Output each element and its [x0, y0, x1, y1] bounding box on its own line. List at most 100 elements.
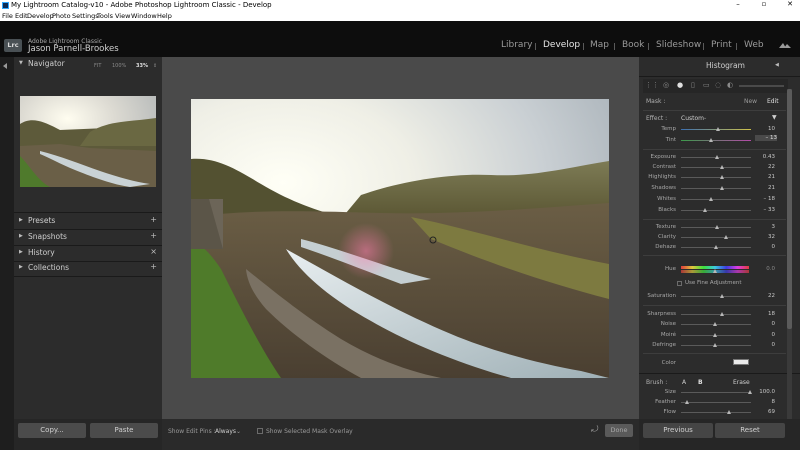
disclosure-down-icon[interactable]: ▼ [772, 114, 777, 121]
main-photo[interactable] [191, 99, 609, 378]
brush-a-button[interactable]: A [682, 379, 686, 386]
sharpness-slider-thumb[interactable] [720, 312, 724, 316]
brush-tool-icon[interactable]: ▯ [691, 81, 695, 89]
nav-zoom-fit[interactable]: FIT [94, 63, 101, 69]
sharpness-slider-track[interactable] [681, 314, 751, 315]
module-library[interactable]: Library [501, 40, 532, 50]
brush-b-button[interactable]: B [698, 379, 703, 386]
contrast-value[interactable]: 22 [757, 164, 775, 170]
minimize-button[interactable]: – [730, 0, 746, 8]
exposure-value[interactable]: 0.43 [757, 154, 775, 160]
presets-header[interactable]: ▶ Presets + [14, 214, 162, 229]
menu-develop[interactable]: Develop [27, 12, 54, 20]
range-mask-icon[interactable]: ◐ [727, 81, 733, 89]
copy-settings-button[interactable]: Copy... [18, 423, 86, 438]
paste-settings-button[interactable]: Paste [90, 423, 158, 438]
radial-filter-icon[interactable]: ◌ [715, 81, 721, 89]
temp-value[interactable]: 10 [757, 126, 775, 132]
size-slider-thumb[interactable] [748, 390, 752, 394]
reset-button[interactable]: Reset [715, 423, 785, 438]
fine-adjust-checkbox[interactable] [677, 281, 682, 286]
close-button[interactable]: ✕ [782, 0, 798, 8]
blacks-value[interactable]: – 33 [757, 207, 776, 213]
previous-button[interactable]: Previous [643, 423, 713, 438]
mask-edit-button[interactable]: Edit [767, 98, 779, 105]
sharpness-value[interactable]: 18 [757, 311, 775, 317]
histogram-title[interactable]: Histogram [706, 61, 745, 70]
clarity-value[interactable]: 32 [757, 234, 775, 240]
saturation-slider-track[interactable] [681, 296, 751, 297]
flow-slider-track[interactable] [681, 412, 751, 413]
feather-value[interactable]: 8 [757, 399, 776, 405]
moire-value[interactable]: 0 [757, 332, 776, 338]
add-collection-button[interactable]: + [150, 262, 157, 271]
tint-value[interactable]: – 13 [755, 135, 777, 141]
noise-slider-thumb[interactable] [713, 322, 717, 326]
menu-edit[interactable]: Edit [15, 12, 28, 20]
hue-slider-thumb[interactable] [713, 269, 717, 273]
reset-mask-icon[interactable]: ⤾ [591, 425, 599, 435]
size-value[interactable]: 100.0 [757, 389, 775, 395]
effect-preset-select[interactable]: Custom [681, 115, 704, 122]
shadows-slider-thumb[interactable] [720, 186, 724, 190]
mask-overlay-checkbox[interactable] [257, 428, 263, 434]
exposure-slider-thumb[interactable] [715, 155, 719, 159]
chevron-down-icon[interactable]: ⌄ [703, 115, 707, 121]
module-web[interactable]: Web [744, 40, 764, 50]
whites-value[interactable]: – 18 [757, 196, 776, 202]
flow-value[interactable]: 69 [757, 409, 775, 415]
texture-value[interactable]: 3 [757, 224, 776, 230]
menu-view[interactable]: View [115, 12, 130, 20]
crop-tool-icon[interactable]: ⋮⋮ [645, 81, 659, 89]
nav-zoom-100[interactable]: 100% [112, 63, 126, 69]
shadows-value[interactable]: 21 [757, 185, 775, 191]
brush-erase-button[interactable]: Erase [733, 379, 750, 386]
texture-slider-thumb[interactable] [715, 225, 719, 229]
moire-slider-thumb[interactable] [713, 333, 717, 337]
saturation-slider-thumb[interactable] [720, 294, 724, 298]
saturation-value[interactable]: 22 [757, 293, 775, 299]
history-header[interactable]: ▶ History × [14, 246, 162, 261]
collections-header[interactable]: ▶ Collections + [14, 261, 162, 276]
module-slideshow[interactable]: Slideshow [656, 40, 701, 50]
tint-slider-thumb[interactable] [709, 138, 713, 142]
highlights-value[interactable]: 21 [757, 174, 775, 180]
clarity-slider-thumb[interactable] [724, 235, 728, 239]
contrast-slider-thumb[interactable] [720, 165, 724, 169]
module-map[interactable]: Map [590, 40, 609, 50]
module-develop[interactable]: Develop [543, 40, 580, 50]
tint-slider-track[interactable] [681, 140, 751, 141]
module-print[interactable]: Print [711, 40, 732, 50]
mask-tool-icon[interactable]: ● [677, 81, 683, 89]
menu-photo[interactable]: Photo [52, 12, 71, 20]
graduated-filter-icon[interactable]: ▭ [703, 81, 710, 89]
menu-window[interactable]: Window [131, 12, 157, 20]
menu-settings[interactable]: Settings [72, 12, 99, 20]
highlights-slider-track[interactable] [681, 177, 751, 178]
feather-slider-thumb[interactable] [685, 400, 689, 404]
scrollbar-thumb[interactable] [787, 89, 792, 329]
add-preset-button[interactable]: + [150, 215, 157, 224]
dehaze-value[interactable]: 0 [757, 244, 776, 250]
clear-history-button[interactable]: × [150, 247, 157, 256]
mask-new-button[interactable]: New [744, 98, 757, 105]
nav-zoom-menu-icon[interactable]: ⇕ [153, 63, 157, 69]
menu-tools[interactable]: Tools [97, 12, 113, 20]
clarity-slider-track[interactable] [681, 237, 751, 238]
whites-slider-thumb[interactable] [709, 197, 713, 201]
module-menu-icon[interactable] [779, 42, 791, 50]
highlights-slider-thumb[interactable] [720, 175, 724, 179]
color-swatch[interactable] [733, 359, 749, 365]
feather-slider-track[interactable] [681, 402, 751, 403]
defringe-value[interactable]: 0 [757, 342, 776, 348]
flow-slider-thumb[interactable] [727, 410, 731, 414]
defringe-slider-thumb[interactable] [713, 343, 717, 347]
snapshots-header[interactable]: ▶ Snapshots + [14, 230, 162, 245]
dehaze-slider-thumb[interactable] [714, 245, 718, 249]
add-snapshot-button[interactable]: + [150, 231, 157, 240]
done-button[interactable]: Done [605, 424, 633, 437]
blacks-slider-track[interactable] [681, 210, 751, 211]
noise-value[interactable]: 0 [757, 321, 776, 327]
collapse-left-icon[interactable] [3, 63, 7, 69]
spot-removal-icon[interactable]: ◎ [663, 81, 669, 89]
